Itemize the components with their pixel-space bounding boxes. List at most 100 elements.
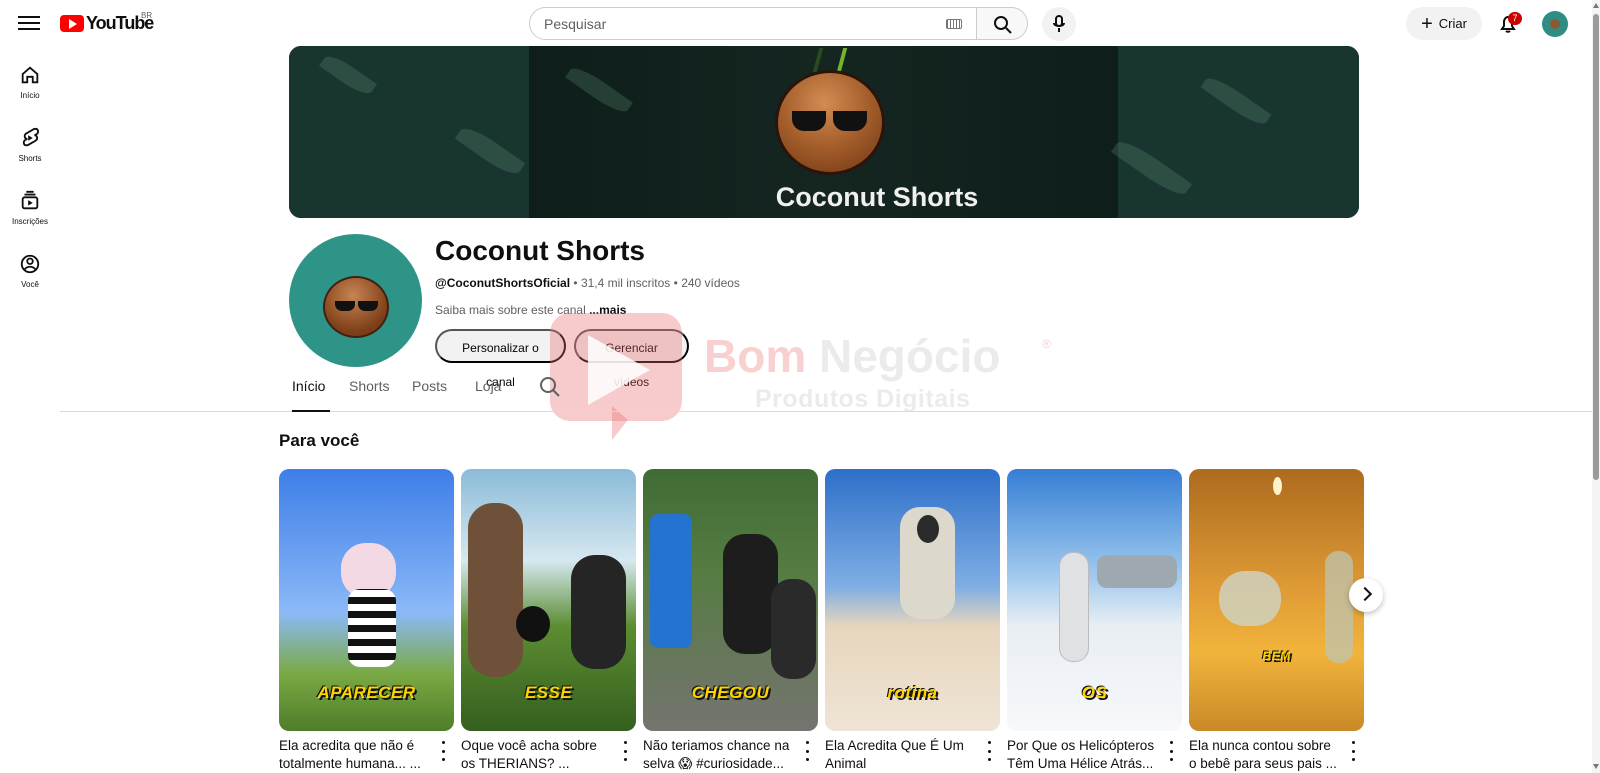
more-options-icon[interactable] (618, 741, 632, 761)
tab-home[interactable]: Início (292, 378, 330, 412)
more-options-icon[interactable] (1164, 741, 1178, 761)
short-thumbnail[interactable]: CHEGOU (643, 469, 818, 731)
section-title: Para você (279, 431, 360, 450)
short-thumbnail[interactable]: ESSE (461, 469, 636, 731)
more-options-icon[interactable] (1346, 741, 1360, 761)
user-icon (20, 254, 40, 274)
microphone-icon (1053, 15, 1065, 32)
short-title[interactable]: Não teriamos chance na selva 😱 #curiosid… (643, 737, 793, 773)
channel-search-icon[interactable] (539, 376, 561, 398)
meta-separator: • (573, 276, 581, 290)
sidebar-item-shorts[interactable]: Shorts (0, 119, 60, 182)
short-card[interactable]: ESSE Oque você acha sobre os THERIANS? .… (461, 469, 636, 771)
sidebar-item-label: Inscrições (11, 217, 48, 226)
thumbnail-caption: ESSE (524, 683, 573, 702)
thumbnail-caption: OS (1081, 683, 1108, 702)
banner-leaf-panel (1118, 46, 1359, 218)
channel-banner: Coconut Shorts (289, 46, 1359, 218)
short-thumbnail[interactable]: OS (1007, 469, 1182, 731)
youtube-logo-icon (60, 15, 84, 32)
person-figure (571, 555, 626, 669)
subscriber-count: 31,4 mil inscritos (580, 276, 671, 290)
notification-badge: 7 (1508, 12, 1522, 25)
thumbnail-caption: APARECER (317, 683, 416, 702)
shorts-icon (22, 127, 39, 147)
person-figure (1059, 552, 1089, 662)
short-card[interactable]: BEM Ela nunca contou sobre o bebê para s… (1189, 469, 1364, 771)
home-icon (21, 66, 39, 84)
tab-posts[interactable]: Posts (412, 378, 450, 412)
channel-handle[interactable]: @CoconutShortsOficial (435, 276, 570, 290)
scroll-up-arrow-icon[interactable] (1593, 3, 1599, 8)
search-input[interactable] (544, 8, 924, 39)
more-options-icon[interactable] (436, 741, 450, 761)
sidebar-item-label: Você (21, 280, 39, 289)
search-box[interactable] (529, 7, 977, 40)
account-avatar[interactable] (1542, 11, 1568, 37)
sidebar-item-you[interactable]: Você (0, 245, 60, 308)
channel-name: Coconut Shorts (435, 235, 645, 266)
about-text: Saiba mais sobre este canal (435, 303, 590, 317)
person-standing (1325, 551, 1353, 663)
keyboard-icon[interactable] (946, 19, 962, 29)
person-figure (468, 503, 523, 677)
short-title[interactable]: Por Que os Helicópteros Têm Uma Hélice A… (1007, 737, 1157, 773)
more-options-icon[interactable] (800, 741, 814, 761)
tab-shorts[interactable]: Shorts (349, 378, 391, 412)
manage-videos-button[interactable]: Gerenciar vídeos (574, 329, 689, 389)
customize-channel-button[interactable]: Personalizar o canal (435, 329, 566, 389)
short-title[interactable]: Ela nunca contou sobre o bebê para seus … (1189, 737, 1339, 773)
short-title[interactable]: Oque você acha sobre os THERIANS? ... (461, 737, 611, 773)
channel-avatar[interactable] (289, 234, 422, 367)
scroll-down-arrow-icon[interactable] (1593, 764, 1599, 769)
shorts-shelf: APARECER Ela acredita que não é totalmen… (279, 469, 1369, 771)
helicopter-shape (1097, 555, 1177, 588)
sidebar: Início Shorts Inscrições Você (0, 56, 60, 308)
more-options-icon[interactable] (982, 741, 996, 761)
tab-store[interactable]: Loja (475, 378, 503, 412)
thumbnail-caption: BEM (1262, 649, 1291, 663)
coconut-avatar-icon (323, 276, 389, 338)
dog-figure (516, 606, 550, 642)
thumbnail-caption: CHEGOU (691, 683, 770, 702)
short-card[interactable]: CHEGOU Não teriamos chance na selva 😱 #c… (643, 469, 818, 771)
sidebar-item-label: Início (20, 91, 40, 100)
sidebar-item-home[interactable]: Início (0, 56, 60, 119)
create-button[interactable]: + Criar (1406, 7, 1482, 40)
short-card[interactable]: rotina Ela Acredita Que É Um Animal (825, 469, 1000, 771)
gorilla-cutout (723, 534, 778, 654)
top-bar: YouTube BR + Criar 7 (0, 0, 1592, 46)
coconut-sprout-icon (812, 48, 848, 72)
youtube-logo[interactable]: YouTube (60, 13, 154, 34)
short-thumbnail[interactable]: rotina (825, 469, 1000, 731)
short-thumbnail[interactable]: APARECER (279, 469, 454, 731)
region-label: BR (141, 11, 153, 20)
person-crouching (1219, 571, 1281, 626)
scrollbar-thumb[interactable] (1593, 14, 1599, 480)
video-count: 240 vídeos (681, 276, 740, 290)
channel-about[interactable]: Saiba mais sobre este canal ...mais (435, 303, 626, 317)
channel-meta: @CoconutShortsOficial • 31,4 mil inscrit… (435, 276, 740, 290)
striped-costume (348, 589, 396, 667)
palm-leaf-decoration (565, 62, 633, 118)
banner-leaf-panel (289, 46, 529, 218)
divider (60, 411, 289, 412)
more-link[interactable]: ...mais (589, 303, 626, 317)
search-button[interactable] (976, 7, 1028, 40)
search-icon (994, 16, 1012, 34)
menu-icon[interactable] (18, 12, 40, 34)
ceiling-light (1273, 477, 1282, 495)
voice-search-button[interactable] (1042, 7, 1076, 41)
channel-tabs: Início Shorts Posts Loja (289, 370, 1592, 412)
gorilla-cutout (771, 579, 816, 679)
plus-icon: + (1421, 12, 1433, 35)
banner-title: Coconut Shorts (775, 182, 979, 212)
short-card[interactable]: OS Por Que os Helicópteros Têm Uma Hélic… (1007, 469, 1182, 771)
short-title[interactable]: Ela Acredita Que É Um Animal (825, 737, 975, 773)
short-thumbnail[interactable]: BEM (1189, 469, 1364, 731)
sidebar-item-subscriptions[interactable]: Inscrições (0, 182, 60, 245)
subscriptions-icon (21, 190, 39, 210)
short-title[interactable]: Ela acredita que não é totalmente humana… (279, 737, 429, 773)
short-card[interactable]: APARECER Ela acredita que não é totalmen… (279, 469, 454, 771)
next-arrow-button[interactable] (1349, 578, 1383, 612)
